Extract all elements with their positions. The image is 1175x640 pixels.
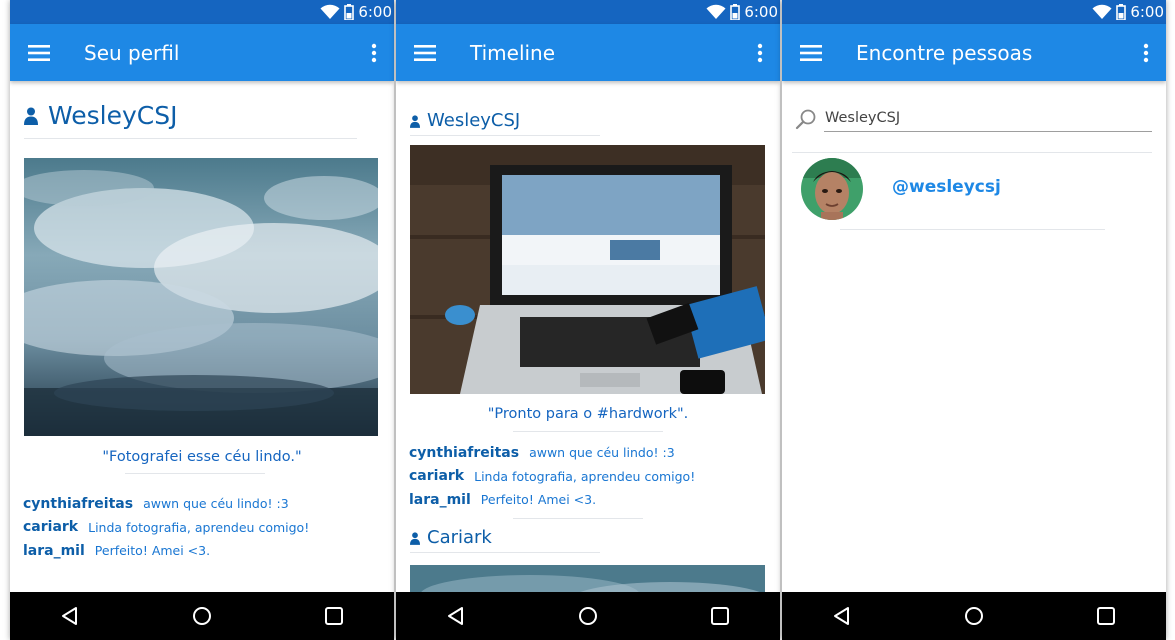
post-divider — [513, 518, 643, 519]
more-vert-icon[interactable] — [370, 43, 378, 63]
back-icon[interactable] — [446, 606, 466, 626]
clock: 6:00 — [744, 3, 778, 21]
wifi-icon — [1092, 4, 1112, 19]
search-screen: 6:00 Encontre pessoas WesleyCSJ @wesleyc… — [782, 0, 1166, 640]
status-bar: 6:00 — [10, 0, 394, 24]
profile-screen: 6:00 Seu perfil WesleyCSJ "Fotografei es… — [10, 0, 394, 640]
clock: 6:00 — [1130, 3, 1164, 21]
profile-header: WesleyCSJ — [24, 101, 177, 131]
more-vert-icon[interactable] — [1142, 43, 1150, 63]
system-nav-bar — [782, 592, 1166, 640]
comment-user[interactable]: cynthiafreitas — [23, 496, 133, 512]
search-icon — [795, 109, 816, 130]
profile-comments: cynthiafreitas awwn que céu lindo! :3 car… — [23, 492, 309, 563]
sky-photo-image — [410, 565, 765, 592]
timeline-screen: 6:00 Timeline WesleyCSJ "Pronto para o #… — [396, 0, 780, 640]
comment-user[interactable]: cariark — [409, 468, 464, 484]
search-result-item[interactable]: @wesleycsj — [782, 157, 1166, 227]
home-icon[interactable] — [578, 606, 598, 626]
clock: 6:00 — [358, 3, 392, 21]
comment-row: cariark Linda fotografia, aprendeu comigo… — [23, 516, 309, 540]
comment-row: lara_mil Perfeito! Amei <3. — [23, 539, 309, 563]
timeline-feed: WesleyCSJ "Pronto para o #hardwork". cyn… — [396, 81, 780, 592]
system-nav-bar — [396, 592, 780, 640]
comment-text: awwn que céu lindo! :3 — [143, 496, 289, 512]
profile-caption: "Fotografei esse céu lindo." — [102, 449, 302, 465]
status-bar: 6:00 — [782, 0, 1166, 24]
comment-row: cynthiafreitas awwn que céu lindo! :3 — [409, 441, 695, 465]
profile-username[interactable]: WesleyCSJ — [48, 101, 177, 131]
post-author-name: Cariark — [427, 527, 492, 548]
back-icon[interactable] — [60, 606, 80, 626]
search-input[interactable] — [824, 105, 1152, 132]
comment-text: Linda fotografia, aprendeu comigo! — [474, 468, 696, 484]
battery-icon — [344, 4, 355, 20]
recents-icon[interactable] — [710, 606, 730, 626]
page-title: Seu perfil — [84, 41, 180, 65]
system-nav-bar — [10, 592, 394, 640]
post-caption: "Pronto para o #hardwork". — [487, 406, 689, 422]
home-icon[interactable] — [192, 606, 212, 626]
recents-icon[interactable] — [1096, 606, 1116, 626]
recents-icon[interactable] — [324, 606, 344, 626]
laptop-photo-image — [410, 145, 765, 394]
post-author-name: WesleyCSJ — [427, 110, 521, 131]
avatar — [801, 158, 863, 220]
app-bar: Encontre pessoas — [782, 24, 1166, 81]
person-icon — [410, 531, 420, 545]
caption-divider — [125, 473, 265, 474]
post-photo[interactable] — [410, 565, 765, 592]
home-icon[interactable] — [964, 606, 984, 626]
post-photo[interactable] — [410, 145, 765, 394]
comment-row: cynthiafreitas awwn que céu lindo! :3 — [23, 492, 309, 516]
comment-user[interactable]: lara_mil — [23, 543, 85, 559]
battery-icon — [730, 4, 741, 20]
person-icon — [410, 114, 420, 128]
comment-row: cariark Linda fotografia, aprendeu comigo… — [409, 465, 695, 489]
app-bar: Seu perfil — [10, 24, 394, 81]
post-author[interactable]: Cariark — [410, 527, 492, 549]
comment-text: Linda fotografia, aprendeu comigo! — [88, 519, 310, 535]
menu-icon[interactable] — [28, 43, 50, 63]
search-divider — [792, 152, 1152, 153]
page-title: Encontre pessoas — [856, 41, 1033, 65]
comment-user[interactable]: cynthiafreitas — [409, 445, 519, 461]
search-content: @wesleycsj — [782, 81, 1166, 592]
status-bar: 6:00 — [396, 0, 780, 24]
comment-text: Perfeito! Amei <3. — [480, 492, 597, 508]
search-result-handle: @wesleycsj — [892, 177, 1001, 197]
comment-user[interactable]: lara_mil — [409, 492, 471, 508]
comment-user[interactable]: cariark — [23, 519, 78, 535]
menu-icon[interactable] — [414, 43, 436, 63]
back-icon[interactable] — [832, 606, 852, 626]
wifi-icon — [320, 4, 340, 19]
comment-text: Perfeito! Amei <3. — [94, 543, 211, 559]
result-divider — [840, 229, 1105, 230]
author-divider — [410, 135, 600, 136]
battery-icon — [1116, 4, 1127, 20]
wifi-icon — [706, 4, 726, 19]
comment-row: lara_mil Perfeito! Amei <3. — [409, 488, 695, 512]
header-divider — [24, 138, 357, 139]
app-bar: Timeline — [396, 24, 780, 81]
post-comments: cynthiafreitas awwn que céu lindo! :3 car… — [409, 441, 695, 512]
author-divider — [410, 552, 600, 553]
menu-icon[interactable] — [800, 43, 822, 63]
profile-photo[interactable] — [24, 158, 378, 436]
page-title: Timeline — [470, 41, 556, 65]
more-vert-icon[interactable] — [756, 43, 764, 63]
comment-text: awwn que céu lindo! :3 — [529, 445, 675, 461]
person-icon — [24, 107, 38, 125]
profile-content: WesleyCSJ "Fotografei esse céu lindo." c… — [10, 81, 394, 592]
sky-photo-image — [24, 158, 378, 436]
post-author[interactable]: WesleyCSJ — [410, 110, 520, 132]
caption-divider — [513, 431, 663, 432]
